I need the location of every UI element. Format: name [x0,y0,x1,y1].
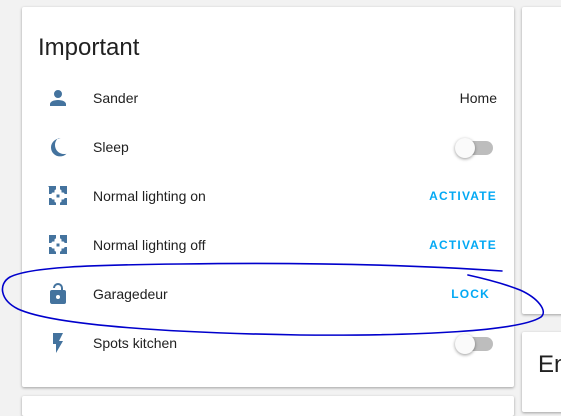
moon-icon [46,135,70,159]
entity-row-spots-kitchen[interactable]: Spots kitchen [22,323,514,363]
activate-button[interactable]: ACTIVATE [421,182,505,210]
entity-label: Spots kitchen [93,335,178,351]
entity-label: Normal lighting on [93,188,206,204]
flash-icon [46,331,70,355]
bottom-card-peek [22,396,514,416]
activate-button[interactable]: ACTIVATE [421,231,505,259]
right-card-top [522,7,561,314]
card-title: Important [38,34,140,61]
scene-icon [46,184,70,208]
entity-label: Garagedeur [93,286,168,302]
entity-row-sleep[interactable]: Sleep [22,127,514,167]
right-card-bottom: En [522,332,561,412]
entities-card: Important Sander Home Sleep Normal light… [22,7,514,387]
entity-label: Sander [93,90,139,106]
spots-kitchen-toggle[interactable] [455,334,493,354]
entity-label: Sleep [93,139,129,155]
scene-icon [46,233,70,257]
entity-state: Home [459,90,497,106]
lock-open-icon [46,282,70,306]
entity-label: Normal lighting off [93,237,206,253]
toggle-knob [455,334,475,354]
entity-row-sander[interactable]: Sander Home [22,78,514,118]
entity-row-normal-lighting-on[interactable]: Normal lighting on ACTIVATE [22,176,514,216]
entity-row-garagedeur[interactable]: Garagedeur LOCK [22,274,514,314]
sleep-toggle[interactable] [455,138,493,158]
lock-button[interactable]: LOCK [443,280,498,308]
person-icon [46,86,70,110]
toggle-knob [455,138,475,158]
entity-row-normal-lighting-off[interactable]: Normal lighting off ACTIVATE [22,225,514,265]
right-card-title: En [538,351,561,378]
